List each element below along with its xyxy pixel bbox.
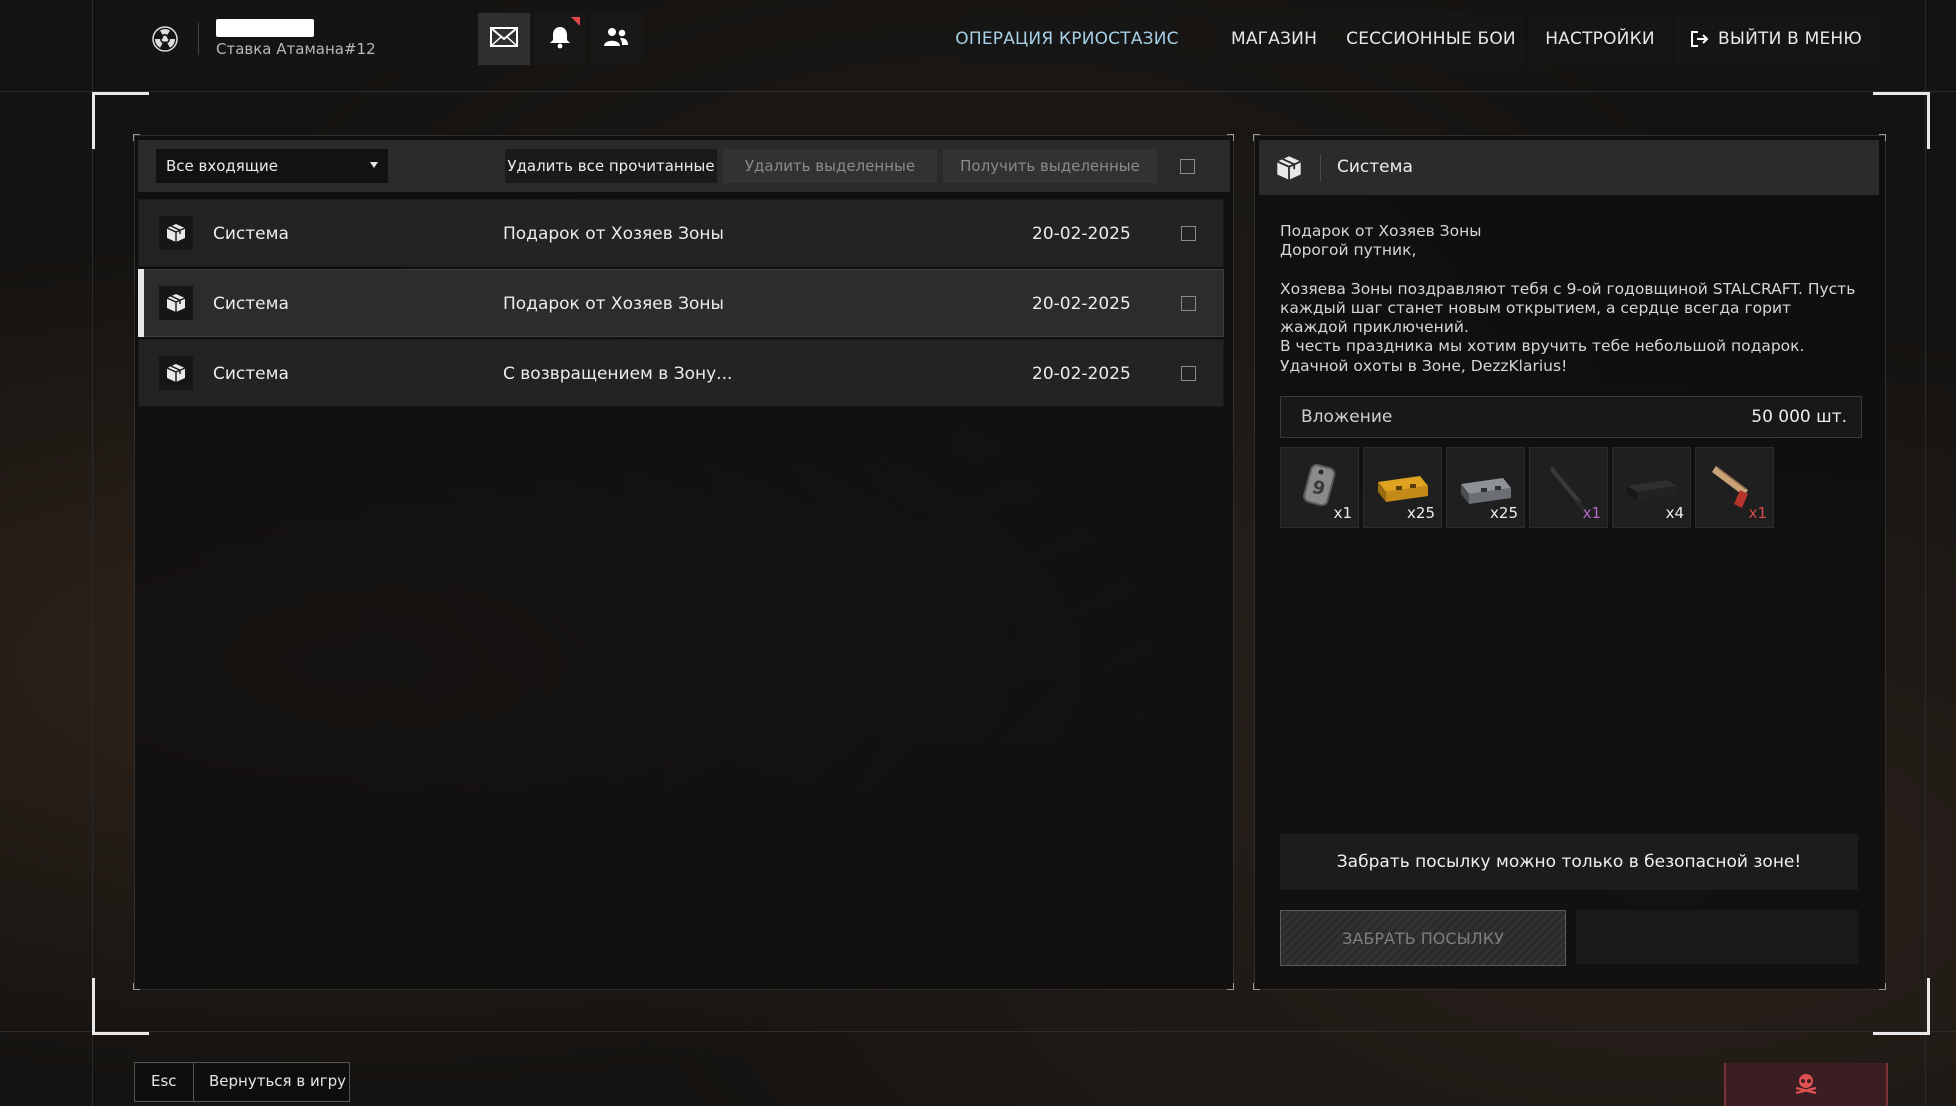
- nav-label: ВЫЙТИ В МЕНЮ: [1718, 29, 1862, 49]
- esc-key-hint: Esc: [151, 1072, 177, 1090]
- skull-icon: [1794, 1072, 1818, 1098]
- mail-sender: Система: [213, 294, 289, 314]
- attachment-bar: Вложение 50 000 шт.: [1280, 396, 1862, 438]
- mail-subject: С возвращением в Зону...: [503, 364, 733, 384]
- mail-subject: Подарок от Хозяев Зоны: [503, 224, 724, 244]
- item-count: x25: [1490, 504, 1518, 522]
- attachment-item[interactable]: x1: [1695, 447, 1774, 528]
- message-body: Подарок от Хозяев Зоны Дорогой путник, Х…: [1280, 222, 1860, 376]
- friends-icon: [603, 27, 629, 51]
- panel-tick: [1227, 983, 1234, 990]
- header-divider: [0, 91, 1956, 92]
- secondary-action-slot: [1576, 910, 1858, 964]
- panel-tick: [1879, 983, 1886, 990]
- button-label: Получить выделенные: [960, 157, 1140, 175]
- button-label: Удалить все прочитанные: [507, 157, 715, 175]
- username-redacted: [216, 19, 314, 37]
- report-button[interactable]: [1724, 1063, 1888, 1106]
- mail-sender: Система: [213, 224, 289, 244]
- notifications-button[interactable]: [534, 13, 586, 65]
- receive-selected-button[interactable]: Получить выделенные: [943, 149, 1157, 183]
- nav-session-battles[interactable]: СЕССИОННЫЕ БОИ: [1338, 13, 1524, 65]
- message-paragraph: Хозяева Зоны поздравляют тебя с 9-ой год…: [1280, 279, 1856, 337]
- item-count: x1: [1748, 504, 1767, 522]
- mail-date: 20-02-2025: [1032, 294, 1131, 314]
- button-label: Удалить выделенные: [744, 157, 916, 175]
- message-paragraph: В честь праздника мы хотим вручить тебе …: [1280, 337, 1805, 375]
- mail-row[interactable]: Система Подарок от Хозяев Зоны 20-02-202…: [138, 269, 1224, 337]
- mail-sender: Система: [213, 364, 289, 384]
- nav-label: МАГАЗИН: [1230, 29, 1318, 49]
- chevron-down-icon: [370, 162, 378, 168]
- header-divider: [1320, 154, 1321, 182]
- nav-settings[interactable]: НАСТРОЙКИ: [1528, 13, 1672, 65]
- button-label: ЗАБРАТЬ ПОСЫЛКУ: [1342, 928, 1504, 948]
- mail-row[interactable]: Система Подарок от Хозяев Зоны 20-02-202…: [138, 199, 1224, 267]
- panel-tick: [1879, 134, 1886, 141]
- friends-button[interactable]: [590, 13, 642, 65]
- mail-icon: [490, 27, 518, 51]
- message-title: Подарок от Хозяев Зоны: [1280, 222, 1482, 240]
- back-label: Вернуться в игру: [209, 1072, 346, 1090]
- mail-row-checkbox[interactable]: [1181, 226, 1196, 241]
- message-header: Система: [1259, 140, 1879, 195]
- notification-indicator: [571, 17, 580, 26]
- message-greeting: Дорогой путник,: [1280, 241, 1417, 260]
- attachment-item[interactable]: x4: [1612, 447, 1691, 528]
- frame-line-right: [1925, 0, 1926, 1106]
- attachment-item[interactable]: 9 x1: [1280, 447, 1359, 528]
- radiation-logo-icon: [152, 26, 178, 52]
- attachment-item[interactable]: x25: [1363, 447, 1442, 528]
- mail-subject: Подарок от Хозяев Зоны: [503, 294, 724, 314]
- package-icon: [159, 356, 193, 390]
- key-divider: [193, 1063, 194, 1101]
- safe-zone-notice: Забрать посылку можно только в безопасно…: [1280, 834, 1858, 890]
- nav-label: ОПЕРАЦИЯ КРИОСТАЗИС: [955, 29, 1179, 49]
- mail-button[interactable]: [478, 13, 530, 65]
- frame-line-left: [92, 0, 93, 1106]
- user-divider: [198, 23, 199, 55]
- nav-cryostasis[interactable]: ОПЕРАЦИЯ КРИОСТАЗИС: [955, 13, 1179, 65]
- panel-tick: [133, 983, 140, 990]
- mail-filter-select[interactable]: Все входящие: [156, 149, 388, 183]
- notice-text: Забрать посылку можно только в безопасно…: [1336, 852, 1802, 872]
- attachment-item[interactable]: x1: [1529, 447, 1608, 528]
- nav-label: СЕССИОННЫЕ БОИ: [1346, 29, 1516, 49]
- message-sender: Система: [1337, 157, 1413, 177]
- attachment-item[interactable]: x25: [1446, 447, 1525, 528]
- back-to-game-button[interactable]: Esc Вернуться в игру: [134, 1062, 350, 1102]
- mail-filter-value: Все входящие: [166, 157, 278, 175]
- package-icon: [159, 216, 193, 250]
- nav-label: НАСТРОЙКИ: [1545, 29, 1655, 49]
- item-count: x1: [1333, 504, 1352, 522]
- take-package-button[interactable]: ЗАБРАТЬ ПОСЫЛКУ: [1280, 910, 1566, 966]
- delete-selected-button[interactable]: Удалить выделенные: [723, 149, 937, 183]
- nav-shop[interactable]: МАГАЗИН: [1214, 13, 1334, 65]
- select-all-checkbox[interactable]: [1180, 159, 1195, 174]
- mail-row-checkbox[interactable]: [1181, 296, 1196, 311]
- mail-row-checkbox[interactable]: [1181, 366, 1196, 381]
- item-count: x4: [1665, 504, 1684, 522]
- panel-tick: [1253, 983, 1260, 990]
- package-icon: [159, 286, 193, 320]
- mail-row[interactable]: Система С возвращением в Зону... 20-02-2…: [138, 339, 1224, 407]
- nav-exit-to-menu[interactable]: ВЫЙТИ В МЕНЮ: [1675, 13, 1878, 65]
- package-icon: [1275, 154, 1303, 182]
- mail-date: 20-02-2025: [1032, 364, 1131, 384]
- attachment-value: 50 000 шт.: [1751, 407, 1847, 427]
- mail-date: 20-02-2025: [1032, 224, 1131, 244]
- footer-divider: [0, 1031, 1956, 1032]
- attachment-label: Вложение: [1301, 407, 1393, 427]
- clan-tag: Ставка Атамана#12: [216, 40, 376, 58]
- delete-read-button[interactable]: Удалить все прочитанные: [505, 149, 717, 183]
- bell-icon: [549, 25, 571, 53]
- item-count: x25: [1407, 504, 1435, 522]
- item-count: x1: [1582, 504, 1601, 522]
- exit-icon: [1691, 31, 1709, 47]
- user-profile[interactable]: Ставка Атамана#12: [140, 13, 475, 65]
